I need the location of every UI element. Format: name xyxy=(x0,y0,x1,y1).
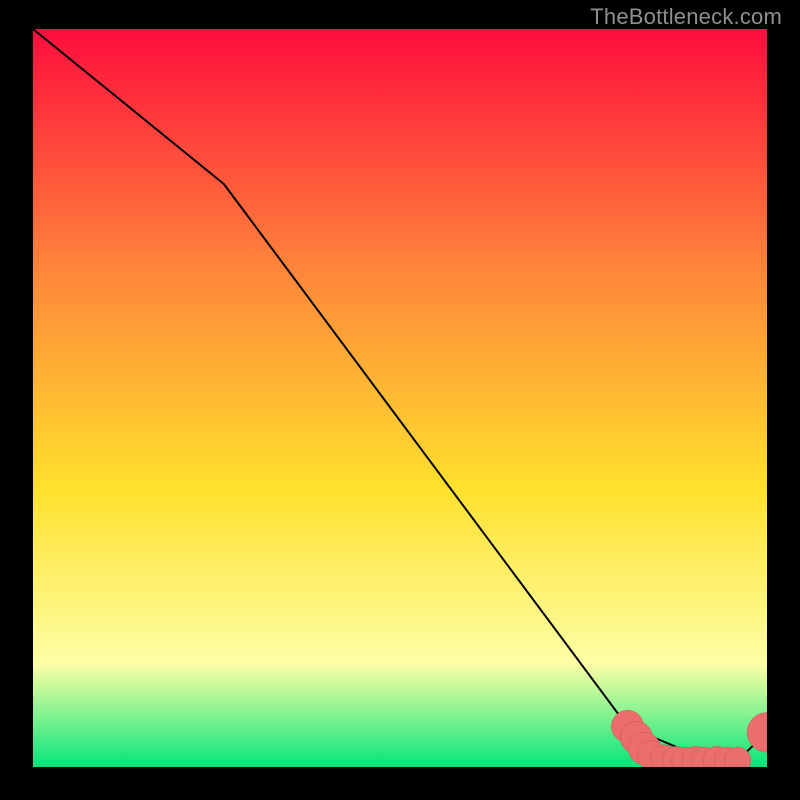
plot-area xyxy=(33,29,767,767)
gradient-background xyxy=(33,29,767,767)
bottleneck-chart xyxy=(33,29,767,767)
watermark-label: TheBottleneck.com xyxy=(590,4,782,30)
chart-frame: TheBottleneck.com xyxy=(0,0,800,800)
